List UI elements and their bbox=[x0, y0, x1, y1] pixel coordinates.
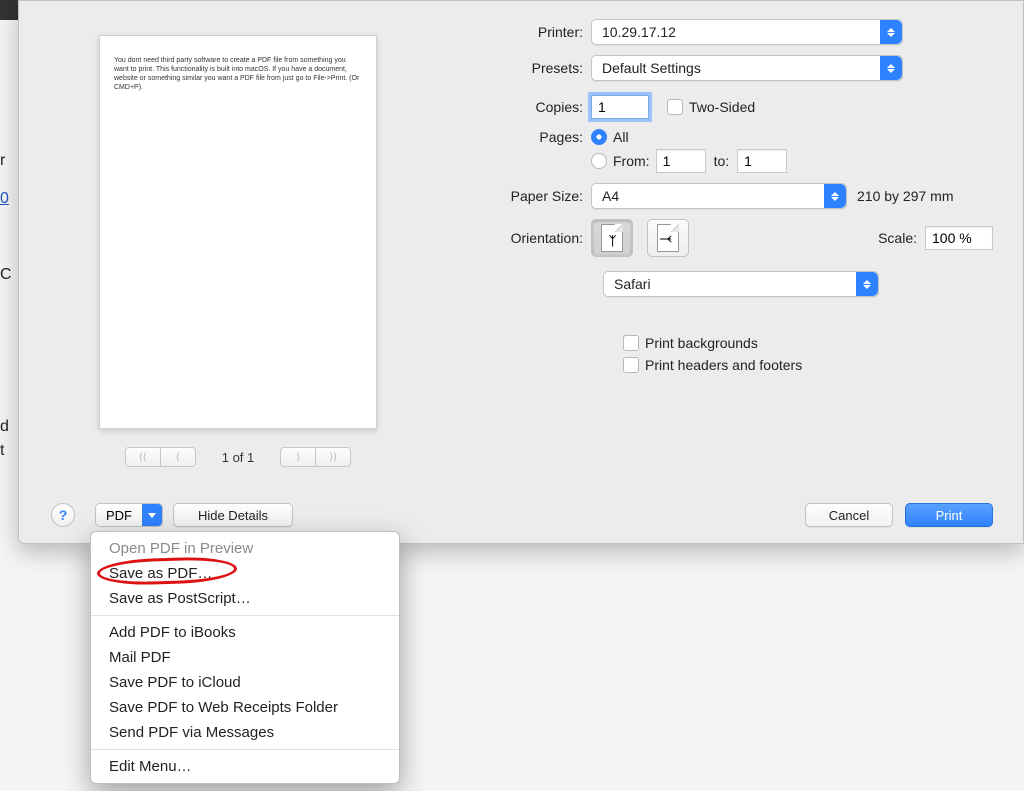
pages-all-radio[interactable] bbox=[591, 129, 607, 145]
last-page-button[interactable]: ⟩⟩ bbox=[315, 447, 351, 467]
chevrons-icon bbox=[824, 184, 846, 208]
printer-label: Printer: bbox=[473, 24, 591, 40]
menu-separator bbox=[91, 615, 399, 616]
page-indicator: 1 of 1 bbox=[202, 450, 275, 465]
print-headers-checkbox[interactable] bbox=[623, 357, 639, 373]
paper-dimensions: 210 by 297 mm bbox=[857, 188, 954, 204]
menu-save-to-icloud[interactable]: Save PDF to iCloud bbox=[91, 670, 399, 695]
pdf-dropdown-menu: Open PDF in Preview Save as PDF… Save as… bbox=[90, 531, 400, 784]
app-options-value: Safari bbox=[604, 276, 661, 292]
pages-to-label: to: bbox=[714, 153, 730, 169]
orientation-landscape-button[interactable]: ᛉ bbox=[647, 219, 689, 257]
page-preview: You dont need third party software to cr… bbox=[99, 35, 377, 429]
person-icon: ᛉ bbox=[659, 235, 673, 242]
copies-input[interactable] bbox=[591, 95, 649, 119]
next-page-button[interactable]: ⟩ bbox=[280, 447, 316, 467]
scale-input[interactable] bbox=[925, 226, 993, 250]
pdf-menu-button[interactable]: PDF bbox=[95, 503, 163, 527]
pages-to-input[interactable] bbox=[737, 149, 787, 173]
bg-text-fragment: C bbox=[0, 266, 16, 284]
bottom-action-row: ? PDF Hide Details Cancel Print bbox=[51, 503, 993, 527]
print-backgrounds-checkbox[interactable] bbox=[623, 335, 639, 351]
menu-save-as-postscript[interactable]: Save as PostScript… bbox=[91, 586, 399, 611]
menu-send-messages[interactable]: Send PDF via Messages bbox=[91, 720, 399, 745]
print-backgrounds-label: Print backgrounds bbox=[645, 335, 758, 351]
prev-page-button[interactable]: ⟨ bbox=[160, 447, 196, 467]
chevrons-icon bbox=[880, 20, 902, 44]
bg-text-fragment: d bbox=[0, 418, 16, 436]
orientation-label: Orientation: bbox=[473, 230, 591, 246]
print-button[interactable]: Print bbox=[905, 503, 993, 527]
copies-label: Copies: bbox=[473, 99, 591, 115]
paper-size-select[interactable]: A4 bbox=[591, 183, 847, 209]
hide-details-button[interactable]: Hide Details bbox=[173, 503, 293, 527]
menu-save-as-pdf[interactable]: Save as PDF… bbox=[91, 561, 399, 586]
form-column: Printer: 10.29.17.12 Presets: Default Se… bbox=[473, 19, 993, 383]
chevrons-icon bbox=[880, 56, 902, 80]
page-nav: ⟨⟨ ⟨ 1 of 1 ⟩ ⟩⟩ bbox=[99, 447, 377, 467]
print-headers-label: Print headers and footers bbox=[645, 357, 802, 373]
print-dialog: You dont need third party software to cr… bbox=[18, 0, 1024, 544]
pages-all-label: All bbox=[613, 129, 629, 145]
chevrons-icon bbox=[856, 272, 878, 296]
menu-web-receipts[interactable]: Save PDF to Web Receipts Folder bbox=[91, 695, 399, 720]
chevron-down-icon bbox=[142, 504, 162, 526]
pdf-button-label: PDF bbox=[96, 508, 142, 523]
orientation-portrait-button[interactable]: ᛉ bbox=[591, 219, 633, 257]
bg-text-fragment: t bbox=[0, 442, 16, 460]
printer-select[interactable]: 10.29.17.12 bbox=[591, 19, 903, 45]
menu-open-pdf-preview[interactable]: Open PDF in Preview bbox=[91, 536, 399, 561]
menu-separator bbox=[91, 749, 399, 750]
paper-size-label: Paper Size: bbox=[473, 188, 591, 204]
menu-edit-menu[interactable]: Edit Menu… bbox=[91, 754, 399, 779]
pages-from-label: From: bbox=[613, 153, 650, 169]
pages-label: Pages: bbox=[473, 129, 591, 145]
first-page-button[interactable]: ⟨⟨ bbox=[125, 447, 161, 467]
pages-from-radio[interactable] bbox=[591, 153, 607, 169]
bg-text-fragment: r bbox=[0, 152, 16, 170]
two-sided-label: Two-Sided bbox=[689, 99, 755, 115]
bg-link-fragment: 0 bbox=[0, 190, 16, 208]
presets-select[interactable]: Default Settings bbox=[591, 55, 903, 81]
scale-label: Scale: bbox=[878, 230, 925, 246]
preview-column: You dont need third party software to cr… bbox=[99, 35, 377, 467]
preview-text: You dont need third party software to cr… bbox=[114, 56, 362, 92]
help-button[interactable]: ? bbox=[51, 503, 75, 527]
cancel-button[interactable]: Cancel bbox=[805, 503, 893, 527]
app-options-select[interactable]: Safari bbox=[603, 271, 879, 297]
pages-from-input[interactable] bbox=[656, 149, 706, 173]
two-sided-checkbox[interactable] bbox=[667, 99, 683, 115]
presets-value: Default Settings bbox=[592, 60, 711, 76]
menu-add-to-ibooks[interactable]: Add PDF to iBooks bbox=[91, 620, 399, 645]
presets-label: Presets: bbox=[473, 60, 591, 76]
menu-mail-pdf[interactable]: Mail PDF bbox=[91, 645, 399, 670]
paper-size-value: A4 bbox=[592, 188, 629, 204]
person-icon: ᛉ bbox=[609, 234, 616, 248]
printer-value: 10.29.17.12 bbox=[592, 24, 686, 40]
